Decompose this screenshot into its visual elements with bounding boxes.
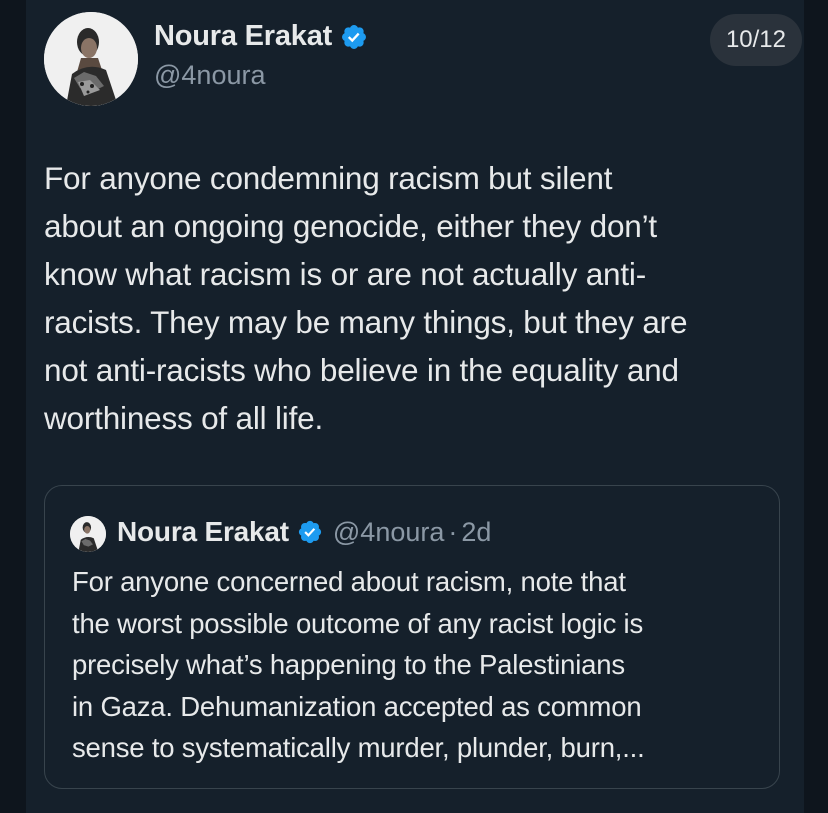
author-handle[interactable]: @4noura: [154, 60, 265, 91]
avatar-portrait-icon: [70, 516, 106, 552]
tweet-text-line: know what racism is or are not actually …: [44, 256, 646, 292]
quoted-avatar: [70, 516, 106, 552]
quoted-author-handle: @4noura: [332, 516, 445, 547]
right-edge: [804, 0, 828, 813]
tweet-text-line: not anti-racists who believe in the equa…: [44, 352, 679, 388]
left-edge: [0, 0, 26, 813]
verified-badge-icon: [342, 24, 367, 49]
quoted-text-line: For anyone concerned about racism, note …: [72, 566, 626, 597]
tweet-text-line: about an ongoing genocide, either they d…: [44, 208, 657, 244]
tweet-text-line: racists. They may be many things, but th…: [44, 304, 688, 340]
avatar[interactable]: [44, 12, 138, 106]
quoted-text-line: the worst possible outcome of any racist…: [72, 607, 644, 639]
tweet-text: For anyone condemning racism but silent …: [44, 154, 794, 442]
author-name[interactable]: Noura Erakat: [154, 20, 332, 53]
quoted-text-line: in Gaza. Dehumanization accepted as comm…: [72, 690, 642, 722]
tweet-text-line: worthiness of all life.: [44, 400, 324, 436]
quoted-header: Noura Erakat @4noura · 2d: [117, 516, 491, 548]
author-row: Noura Erakat: [154, 20, 368, 53]
quoted-text-line: sense to systematically murder, plunder,…: [72, 732, 645, 763]
quoted-tweet-text: For anyone concerned about racism, note …: [72, 561, 772, 769]
screenshot-frame: Noura Erakat @4noura 10/12 For anyone co…: [0, 0, 828, 813]
tweet-card: Noura Erakat @4noura 10/12 For anyone co…: [26, 0, 804, 813]
quoted-author-name: Noura Erakat: [117, 516, 289, 547]
quoted-timestamp: 2d: [461, 516, 492, 547]
verified-badge-icon: [298, 520, 321, 544]
thread-counter-badge: 10/12: [709, 14, 802, 66]
tweet-text-line: For anyone condemning racism but silent: [44, 160, 613, 196]
quoted-text-line: precisely what’s happening to the Palest…: [72, 649, 625, 680]
separator-dot: ·: [448, 516, 458, 547]
quoted-tweet[interactable]: Noura Erakat @4noura · 2d For anyone con…: [44, 485, 780, 789]
avatar-portrait-icon: [44, 12, 138, 106]
